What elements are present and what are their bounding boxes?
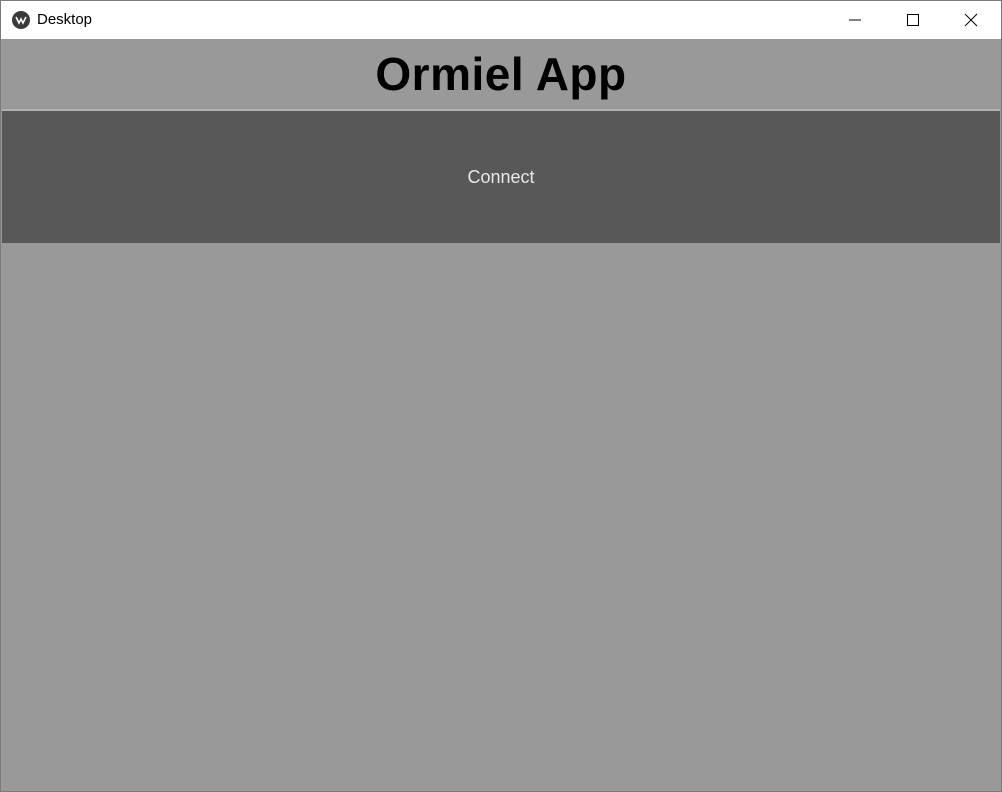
close-icon	[964, 13, 978, 27]
maximize-icon	[907, 14, 919, 26]
maximize-button[interactable]	[884, 1, 942, 39]
close-button[interactable]	[942, 1, 1000, 39]
window-title: Desktop	[37, 11, 93, 28]
app-title: Ormiel App	[375, 48, 627, 100]
app-content: Ormiel App Connect	[1, 39, 1001, 791]
kivy-app-icon	[12, 11, 30, 29]
minimize-icon	[849, 19, 861, 21]
title-bar[interactable]: Desktop	[1, 1, 1001, 39]
minimize-button[interactable]	[826, 1, 884, 39]
app-window: Desktop Ormiel App Connect	[0, 0, 1002, 792]
connect-button[interactable]: Connect	[2, 109, 1000, 243]
